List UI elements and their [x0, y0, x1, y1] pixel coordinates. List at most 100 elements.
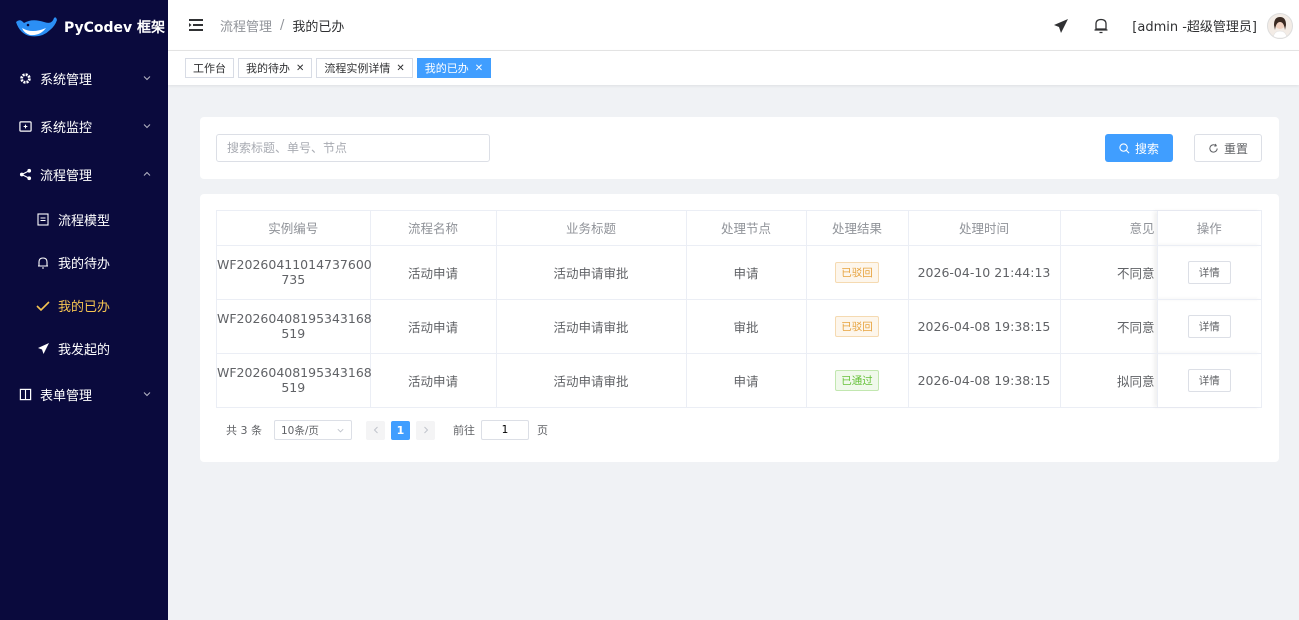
detail-button[interactable]: 详情: [1187, 314, 1231, 338]
table-row: WF20260408195343168 519 活动申请 活动申请审批 申请 已…: [217, 353, 1261, 407]
table-card: 实例编号 流程名称 业务标题 处理节点 处理结果 处理时间 意见 操作 WF20…: [200, 194, 1279, 462]
sidebar-item-label: 表单管理: [40, 388, 93, 404]
flow-name-cell: 活动申请: [370, 299, 497, 354]
business-title-cell: 活动申请审批: [496, 299, 687, 354]
time-cell: 2026-04-10 21:44:13: [908, 245, 1061, 300]
instance-id-cell: WF20260408195343168 519: [217, 299, 372, 354]
sidebar-item-label: 流程管理: [40, 168, 93, 184]
sidebar-subitem-my-todo[interactable]: 我的待办: [0, 241, 168, 284]
chevron-down-icon: [143, 124, 151, 129]
detail-button[interactable]: 详情: [1187, 260, 1231, 284]
close-icon[interactable]: ✕: [396, 63, 404, 74]
close-icon[interactable]: ✕: [475, 63, 483, 74]
next-page-button[interactable]: [416, 420, 435, 440]
goto-label: 前往: [453, 424, 475, 437]
sidebar: PyCodev 框架 系统管理 系统监控 流程管理 流程模型 我的待办 我的已办…: [0, 0, 168, 620]
chevron-down-icon: [143, 76, 151, 81]
document-icon: [36, 213, 50, 227]
bell-icon: [36, 256, 50, 270]
avatar[interactable]: [1267, 12, 1293, 39]
chevron-left-icon: [373, 426, 378, 434]
sidebar-item-label: 流程模型: [58, 214, 111, 229]
close-icon[interactable]: ✕: [296, 63, 304, 74]
pagination: 共 3 条 10条/页 1 前往 页: [216, 413, 1262, 447]
bell-icon[interactable]: [1092, 17, 1110, 35]
header-right: [admin -超级管理员]: [1052, 0, 1293, 51]
business-title-cell: 活动申请审批: [496, 353, 687, 407]
send-icon: [36, 342, 50, 356]
sidebar-item-system[interactable]: 系统管理: [0, 54, 168, 102]
reset-button[interactable]: 重置: [1194, 134, 1262, 162]
menu-toggle-icon[interactable]: [188, 18, 204, 32]
chevron-up-icon: [143, 171, 151, 176]
search-icon: [1119, 142, 1130, 153]
breadcrumb-separator: /: [280, 17, 285, 33]
instance-id-line: WF20260408195343168: [217, 365, 372, 381]
table-row: WF20260408195343168 519 活动申请 活动申请审批 审批 已…: [217, 299, 1261, 354]
sidebar-subitem-flow-model[interactable]: 流程模型: [0, 198, 168, 241]
gear-icon: [18, 71, 32, 85]
sidebar-item-label: 我的待办: [58, 257, 111, 272]
column-header: 意见: [1060, 211, 1158, 246]
flow-name-cell: 活动申请: [370, 353, 497, 407]
business-title-cell: 活动申请审批: [496, 245, 687, 300]
top-header: 流程管理 / 我的已办 [admin -超级管理员]: [168, 0, 1299, 51]
prev-page-button[interactable]: [366, 420, 385, 440]
monitor-icon: [18, 119, 32, 133]
status-badge: 已驳回: [835, 261, 879, 283]
sidebar-item-label: 系统监控: [40, 120, 93, 136]
goto-page-input[interactable]: [481, 420, 529, 440]
column-header: 流程名称: [370, 211, 497, 246]
search-button-label: 搜索: [1134, 141, 1159, 156]
tag-label: 流程实例详情: [324, 62, 391, 75]
opinion-cell: 拟同意: [1060, 353, 1158, 407]
page-size-select[interactable]: 10条/页: [274, 420, 352, 440]
instance-id-line: 519: [281, 326, 306, 341]
breadcrumb-item[interactable]: 流程管理: [220, 16, 272, 35]
sidebar-item-monitor[interactable]: 系统监控: [0, 102, 168, 150]
tag-my-todo[interactable]: 我的待办 ✕: [238, 58, 313, 78]
search-card: 搜索 重置: [200, 117, 1279, 179]
opinion-cell: 不同意: [1060, 299, 1158, 354]
tag-dashboard[interactable]: 工作台: [185, 58, 234, 78]
sidebar-subitem-my-started[interactable]: 我发起的: [0, 327, 168, 370]
column-header: 处理节点: [686, 211, 807, 246]
sidebar-item-workflow[interactable]: 流程管理: [0, 150, 168, 198]
instance-id-line: WF20260411014737600: [217, 257, 372, 272]
chevron-down-icon: [143, 392, 151, 397]
logo[interactable]: PyCodev 框架: [0, 0, 168, 54]
status-badge: 已通过: [835, 369, 879, 391]
detail-button[interactable]: 详情: [1187, 368, 1231, 392]
chevron-down-icon: [337, 428, 344, 432]
page-number-current[interactable]: 1: [391, 420, 410, 440]
instance-id-cell: WF20260411014737600 735: [217, 245, 372, 300]
column-header: 业务标题: [496, 211, 687, 246]
search-button[interactable]: 搜索: [1105, 134, 1173, 162]
sidebar-item-label: 我的已办: [58, 300, 111, 315]
share-icon: [18, 167, 32, 181]
instance-id-line: WF20260408195343168: [217, 311, 372, 326]
tag-my-done[interactable]: 我的已办 ✕: [416, 58, 492, 78]
column-header: 操作: [1157, 211, 1261, 246]
check-icon: [36, 299, 50, 313]
data-table: 实例编号 流程名称 业务标题 处理节点 处理结果 处理时间 意见 操作 WF20…: [216, 210, 1262, 408]
refresh-icon: [1209, 143, 1218, 153]
time-cell: 2026-04-08 19:38:15: [908, 353, 1061, 407]
result-cell: 已驳回: [806, 299, 909, 354]
sidebar-subitem-my-done[interactable]: 我的已办: [0, 284, 168, 327]
tag-instance-detail[interactable]: 流程实例详情 ✕: [316, 58, 413, 78]
user-menu[interactable]: [admin -超级管理员]: [1132, 16, 1257, 35]
time-cell: 2026-04-08 19:38:15: [908, 299, 1061, 354]
instance-id-line: 735: [281, 272, 306, 287]
sidebar-item-form[interactable]: 表单管理: [0, 370, 168, 418]
send-icon[interactable]: [1052, 17, 1070, 35]
form-icon: [18, 387, 32, 401]
table-row: WF20260411014737600 735 活动申请 活动申请审批 申请 已…: [217, 245, 1261, 300]
tag-label: 工作台: [193, 62, 226, 75]
search-input[interactable]: [216, 134, 490, 162]
reset-button-label: 重置: [1223, 141, 1248, 156]
action-cell: 详情: [1157, 299, 1261, 354]
pagination-total: 共 3 条: [226, 424, 262, 437]
result-cell: 已通过: [806, 353, 909, 407]
breadcrumb: 流程管理 / 我的已办: [220, 16, 344, 35]
